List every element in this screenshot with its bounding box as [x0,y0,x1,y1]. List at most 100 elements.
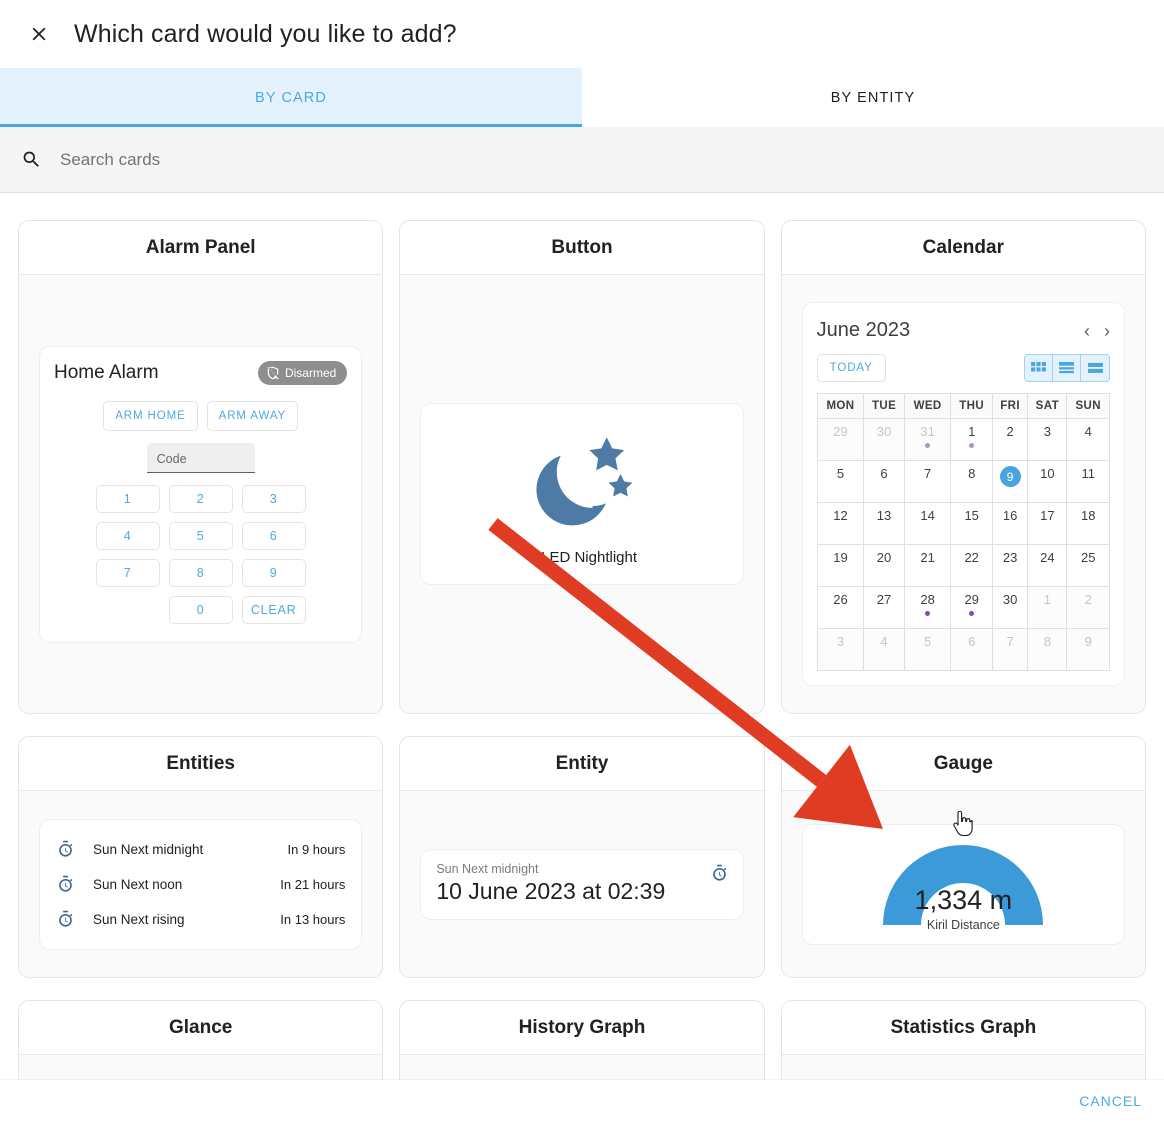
today-button[interactable]: TODAY [816,354,886,382]
chevron-right-icon[interactable]: › [1104,322,1110,340]
week-view-icon[interactable] [1053,355,1081,381]
calendar-day-cell[interactable]: 1 [1027,586,1068,629]
calendar-day-cell[interactable]: 29 [950,586,993,629]
status-badge-label: Disarmed [284,365,337,380]
keypad-key[interactable]: 8 [168,558,233,587]
arm-home-button[interactable]: ARM HOME [103,400,198,431]
calendar-weekday: SUN [1066,393,1110,419]
calendar-toolbar: June 2023 ‹ › [817,319,1110,342]
calendar-day-cell[interactable]: 8 [1027,628,1068,671]
calendar-day-cell[interactable]: 24 [1027,544,1068,587]
card-option-gauge[interactable]: Gauge 1,334 m Kiril Distance [780,736,1146,978]
card-option-button[interactable]: Button WLED Nightlight [399,220,765,714]
card-option-entities[interactable]: Entities Sun Next midnight In 9 hours Sun … [18,736,384,978]
calendar-day-cell[interactable]: 4 [1066,418,1110,461]
day-view-icon[interactable] [1081,355,1109,381]
card-option-glance[interactable]: Glance Sun Next midnig… Sun Next noon Su… [18,1000,384,1080]
keypad-key[interactable]: 5 [168,521,233,550]
calendar-day-cell[interactable]: 16 [991,502,1029,545]
chevron-left-icon[interactable]: ‹ [1084,322,1090,340]
calendar-day-cell[interactable]: 14 [903,502,952,545]
alarm-panel-preview: Home Alarm Disarmed ARM HOME ARM AWAY Co… [39,345,363,643]
calendar-day-cell[interactable]: 28 [903,586,952,629]
calendar-day-cell[interactable]: 2 [991,418,1029,461]
keypad-key[interactable]: 1 [95,484,160,513]
search-input[interactable] [52,149,1164,170]
card-list-scroll[interactable]: Alarm Panel Home Alarm Disarmed ARM HOME… [0,194,1164,1080]
keypad-key[interactable]: 3 [241,484,306,513]
calendar-day-cell[interactable]: 23 [991,544,1029,587]
calendar-day-cell[interactable]: 5 [903,628,952,671]
arm-away-button[interactable]: ARM AWAY [206,400,299,431]
search-bar [0,127,1164,193]
calendar-day-cell[interactable]: 30 [863,418,905,461]
list-item[interactable]: Sun Next noon In 21 hours [54,867,347,902]
cancel-button[interactable]: CANCEL [1079,1093,1142,1109]
card-option-calendar[interactable]: Calendar June 2023 ‹ › TODAY MON TUE WED… [780,220,1146,714]
alarm-code-label: Code [156,451,187,466]
calendar-day-cell[interactable]: 13 [863,502,905,545]
card-title: Entities [166,752,235,774]
calendar-day-cell[interactable]: 30 [991,586,1029,629]
calendar-day-cell[interactable]: 8 [950,460,993,503]
alarm-keypad: 1 2 3 4 5 6 7 8 9 0 CLEAR [54,484,347,624]
calendar-day-cell[interactable]: 7 [903,460,952,503]
tab-by-card[interactable]: BY CARD [0,68,582,127]
list-item[interactable]: Sun Next midnight In 9 hours [54,832,347,867]
calendar-day-cell[interactable]: 3 [1027,418,1068,461]
calendar-day-cell[interactable]: 3 [816,628,865,671]
calendar-day-cell[interactable]: 10 [1027,460,1068,503]
timer-icon [56,910,84,929]
calendar-grid: MON TUE WED THU FRI SAT SUN 29 30 31 1 2 3 4 5 6… [816,393,1110,671]
calendar-day-cell[interactable]: 22 [950,544,993,587]
keypad-key[interactable]: 9 [241,558,306,587]
card-option-entity[interactable]: Entity Sun Next midnight 10 June 2023 at… [399,736,765,978]
list-item[interactable]: Sun Next rising In 13 hours [54,902,347,937]
dialog-footer: CANCEL [0,1080,1164,1122]
arm-buttons: ARM HOME ARM AWAY [54,400,347,431]
keypad-key[interactable]: 2 [168,484,233,513]
calendar-day-cell[interactable]: 20 [863,544,905,587]
keypad-key[interactable]: 7 [95,558,160,587]
calendar-day-cell[interactable]: 15 [950,502,993,545]
card-preview: Sun Next midnig… Sun Next noon Sun Next … [19,1055,383,1080]
calendar-day-cell[interactable]: 9 [1066,628,1110,671]
moon-stars-icon [536,437,633,526]
keypad-key[interactable]: 0 [168,595,233,624]
calendar-day-cell[interactable]: 4 [863,628,905,671]
calendar-day-cell[interactable]: 29 [816,418,865,461]
tab-by-entity[interactable]: BY ENTITY [582,68,1164,127]
keypad-key[interactable]: 4 [95,521,160,550]
close-icon[interactable] [18,13,60,55]
card-preview: Home Alarm Disarmed ARM HOME ARM AWAY Co… [19,275,383,713]
calendar-day-cell[interactable]: 18 [1066,502,1110,545]
calendar-day-cell[interactable]: 25 [1066,544,1110,587]
calendar-day-cell[interactable]: 12 [816,502,865,545]
calendar-week-row: 12 13 14 15 16 17 18 [816,502,1110,545]
alarm-code-field[interactable]: Code [146,442,255,473]
card-option-alarm-panel[interactable]: Alarm Panel Home Alarm Disarmed ARM HOME… [18,220,384,714]
calendar-day-cell[interactable]: 5 [816,460,865,503]
calendar-day-cell[interactable]: 1 [950,418,993,461]
calendar-day-cell[interactable]: 27 [863,586,905,629]
month-view-icon[interactable] [1025,355,1053,381]
gauge-preview: 1,334 m Kiril Distance [801,823,1125,945]
entity-row-state: In 9 hours [287,841,346,857]
calendar-day-cell[interactable]: 31 [903,418,952,461]
calendar-day-cell[interactable]: 11 [1066,460,1110,503]
card-option-history-graph[interactable]: History Graph [399,1000,765,1080]
calendar-day-cell[interactable]: 26 [816,586,865,629]
calendar-day-cell[interactable]: 6 [863,460,905,503]
calendar-day-cell[interactable]: 19 [816,544,865,587]
calendar-day-cell[interactable]: 21 [903,544,952,587]
calendar-day-cell[interactable]: 9 [991,460,1029,503]
timer-icon [710,864,729,888]
calendar-day-cell[interactable]: 2 [1066,586,1110,629]
calendar-day-cell[interactable]: 7 [991,628,1029,671]
keypad-key[interactable]: 6 [241,521,306,550]
keypad-clear-key[interactable]: CLEAR [241,595,306,624]
calendar-day-cell[interactable]: 6 [950,628,993,671]
card-option-statistics-graph[interactable]: Statistics Graph [780,1000,1146,1080]
card-header: Entity [400,737,764,791]
calendar-day-cell[interactable]: 17 [1027,502,1068,545]
